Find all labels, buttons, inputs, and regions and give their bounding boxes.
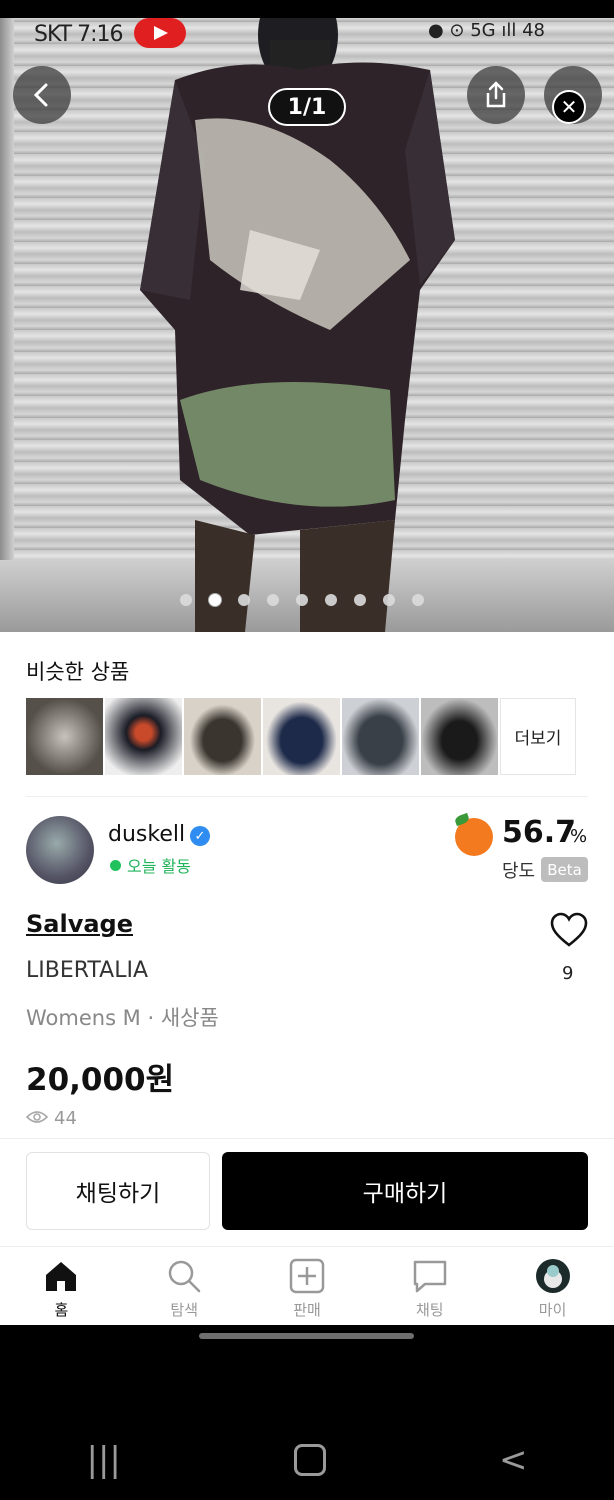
heart-icon[interactable] xyxy=(550,912,588,948)
similar-product-thumb[interactable] xyxy=(26,698,103,775)
like-count: 9 xyxy=(562,963,574,984)
tab-label: 탐색 xyxy=(170,1301,198,1319)
chat-bubble-icon xyxy=(413,1260,447,1293)
similar-product-thumb[interactable] xyxy=(105,698,182,775)
seller-activity: 오늘 활동 xyxy=(127,857,191,876)
sweetness-unit: % xyxy=(570,826,588,847)
product-price: 20,000원 xyxy=(26,1062,175,1098)
share-icon xyxy=(486,81,506,108)
similar-products-list: 더보기 xyxy=(26,698,576,775)
home-icon xyxy=(46,1262,77,1291)
search-icon xyxy=(168,1260,201,1293)
sweetness-label: 당도 xyxy=(502,861,536,882)
back-button[interactable] xyxy=(13,66,71,124)
tab-label: 판매 xyxy=(293,1301,321,1319)
recent-apps-icon[interactable]: ||| xyxy=(87,1440,121,1480)
slide-dot xyxy=(325,594,337,606)
view-count: 44 xyxy=(54,1108,77,1129)
eye-icon xyxy=(26,1111,48,1123)
tab-search[interactable]: 탐색 xyxy=(123,1247,246,1325)
tab-label: 채팅 xyxy=(415,1301,444,1319)
chat-button[interactable]: 채팅하기 xyxy=(26,1152,210,1230)
image-pager: 1/1 xyxy=(268,88,346,126)
status-icons: ● ⊙ 5G ıll 48 xyxy=(428,20,545,41)
product-title: LIBERTALIA xyxy=(26,958,148,983)
slide-dot xyxy=(383,594,395,606)
slide-dot xyxy=(296,594,308,606)
similar-product-thumb[interactable] xyxy=(263,698,340,775)
youtube-icon xyxy=(134,18,186,48)
home-circle-icon[interactable] xyxy=(293,1444,326,1476)
tab-sell[interactable]: 판매 xyxy=(246,1247,369,1325)
similar-product-thumb[interactable] xyxy=(421,698,498,775)
status-carrier-time: SKT 7:16 xyxy=(34,22,124,47)
seller-avatar[interactable] xyxy=(26,816,94,884)
battery-level: 48 xyxy=(522,20,545,41)
tab-home[interactable]: 홈 xyxy=(0,1247,123,1325)
similar-product-thumb[interactable] xyxy=(342,698,419,775)
profile-icon xyxy=(535,1259,570,1293)
slide-dot xyxy=(238,594,250,606)
more-similar-button[interactable]: 더보기 xyxy=(500,698,576,775)
bottom-tab-bar: 홈 탐색 판매 채팅 마이 xyxy=(0,1246,614,1325)
tab-chat[interactable]: 채팅 xyxy=(368,1247,491,1325)
divider xyxy=(0,1138,614,1139)
close-icon[interactable]: ✕ xyxy=(552,90,586,124)
share-button[interactable] xyxy=(467,66,525,124)
slide-dot xyxy=(267,594,279,606)
sweetness-score: 56.7 xyxy=(502,815,577,850)
slide-dot xyxy=(354,594,366,606)
tab-label: 마이 xyxy=(538,1301,567,1319)
slide-dot xyxy=(180,594,192,606)
product-brand[interactable]: Salvage xyxy=(26,910,133,938)
slide-dot-active xyxy=(209,594,221,606)
system-navigation: ||| < xyxy=(0,1430,614,1490)
tab-my[interactable]: 마이 xyxy=(491,1247,614,1325)
similar-product-thumb[interactable] xyxy=(184,698,261,775)
back-nav-icon[interactable]: < xyxy=(499,1440,528,1480)
image-dots xyxy=(180,594,424,606)
similar-products-title: 비슷한 상품 xyxy=(26,660,130,684)
product-meta: Womens M · 새상품 xyxy=(26,1006,219,1030)
plus-square-icon xyxy=(289,1258,325,1294)
divider xyxy=(26,796,588,797)
status-bar xyxy=(0,0,614,18)
verified-icon: ✓ xyxy=(190,826,210,846)
home-indicator[interactable] xyxy=(199,1333,414,1339)
buy-button[interactable]: 구매하기 xyxy=(222,1152,588,1230)
slide-dot xyxy=(412,594,424,606)
beta-badge: Beta xyxy=(541,857,588,882)
chevron-left-icon xyxy=(33,83,48,107)
activity-dot xyxy=(110,860,121,871)
seller-name[interactable]: duskell xyxy=(108,822,185,847)
tab-label: 홈 xyxy=(54,1301,69,1319)
